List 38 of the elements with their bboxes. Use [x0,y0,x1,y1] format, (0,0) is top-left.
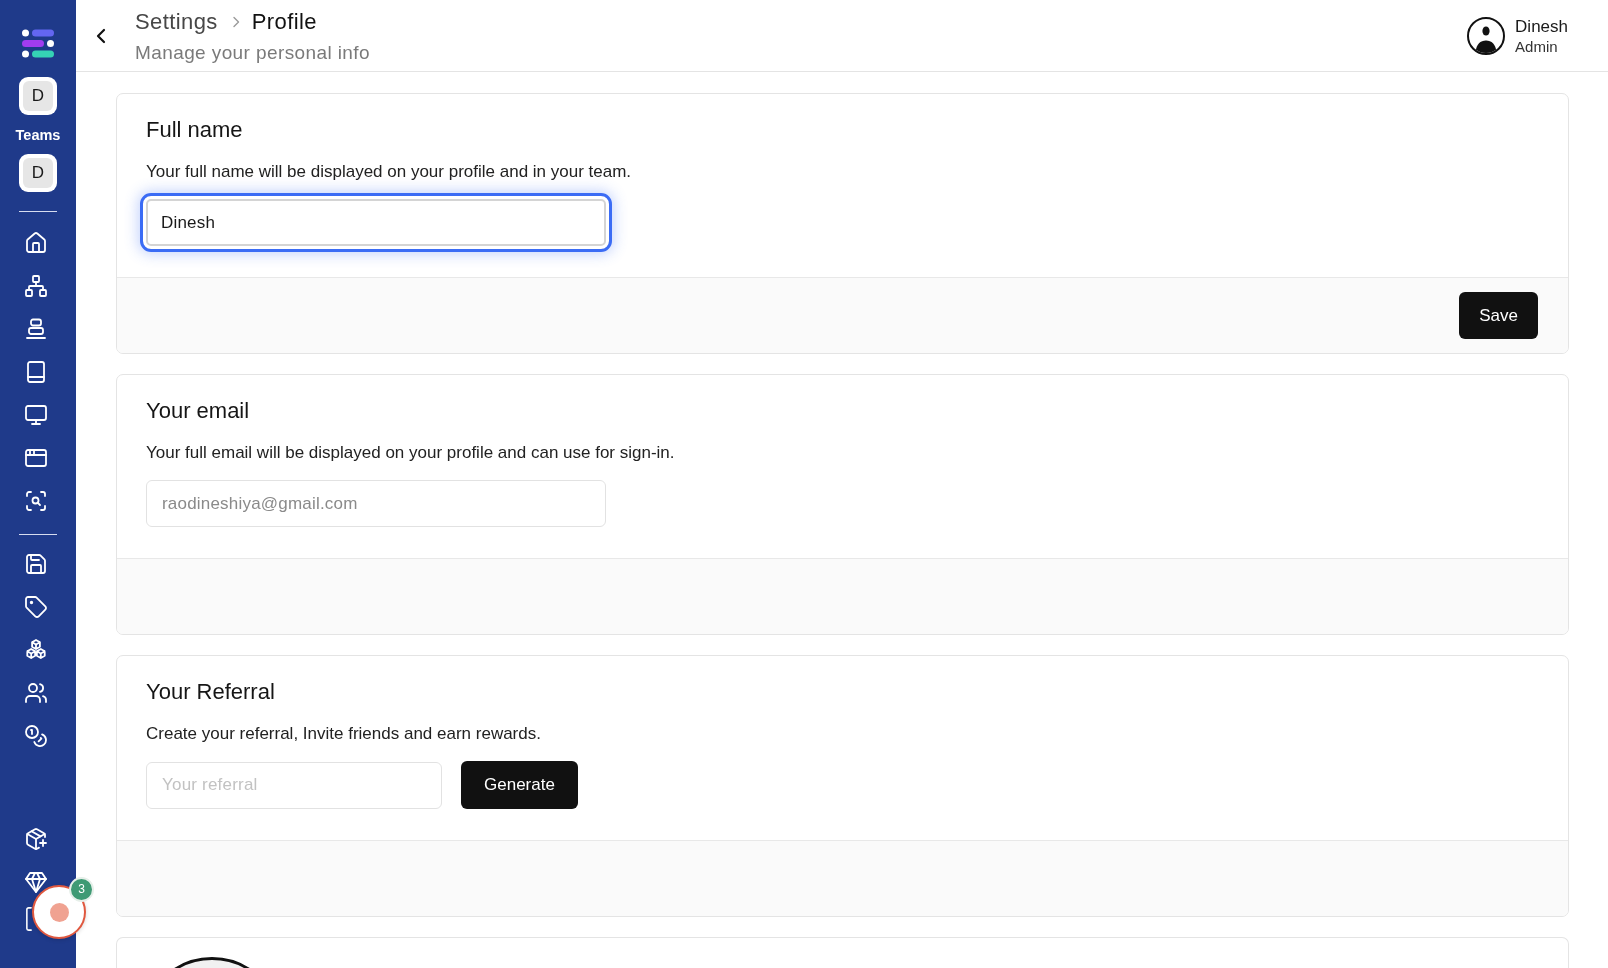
card-title: Full name [146,116,244,144]
tag-icon[interactable] [25,595,47,618]
breadcrumb-item[interactable]: Settings [135,8,218,36]
card-title: Your email [146,397,251,425]
dot-icon [49,902,69,922]
logo-icon[interactable] [22,29,54,58]
home-icon[interactable] [25,231,47,254]
card-description: Your full name will be displayed on your profile and in your team. [146,161,633,183]
user-name: Dinesh [1515,15,1568,37]
monitor-icon[interactable] [25,403,47,426]
cubes-icon[interactable] [25,638,47,661]
document-icon[interactable] [26,905,32,933]
users-icon[interactable] [25,681,47,704]
workspace-tile[interactable]: D [19,77,57,115]
sitemap-icon[interactable] [25,274,47,297]
package-plus-icon[interactable] [25,827,47,850]
coins-icon[interactable] [25,724,47,747]
chevron-right-icon [231,16,240,28]
teams-label: Teams [15,126,61,144]
team-tile[interactable]: D [19,154,57,192]
notification-badge: 3 [69,877,94,902]
card-description: Create your referral, Invite friends and earn rewards. [146,723,542,745]
page-subtitle: Manage your personal info [135,41,370,65]
chevron-left-icon[interactable] [96,28,106,44]
save-button[interactable]: Save [1459,292,1538,339]
user-avatar[interactable] [1467,16,1506,55]
stacked-boxes-icon[interactable] [25,317,47,340]
user-role: Admin [1515,36,1559,56]
breadcrumb-item: Profile [251,8,317,36]
diamond-icon[interactable] [25,870,47,893]
generate-button[interactable]: Generate [461,761,578,809]
book-icon[interactable] [25,360,47,383]
input-field[interactable]: Dinesh [140,193,612,252]
card-title: Your Referral [146,678,276,706]
browser-window-icon[interactable] [25,446,47,469]
scan-search-icon[interactable] [25,489,47,512]
card-description: Your full email will be displayed on your profile and can use for sign-in. [146,442,676,464]
input-field[interactable]: Your referral [146,761,442,809]
